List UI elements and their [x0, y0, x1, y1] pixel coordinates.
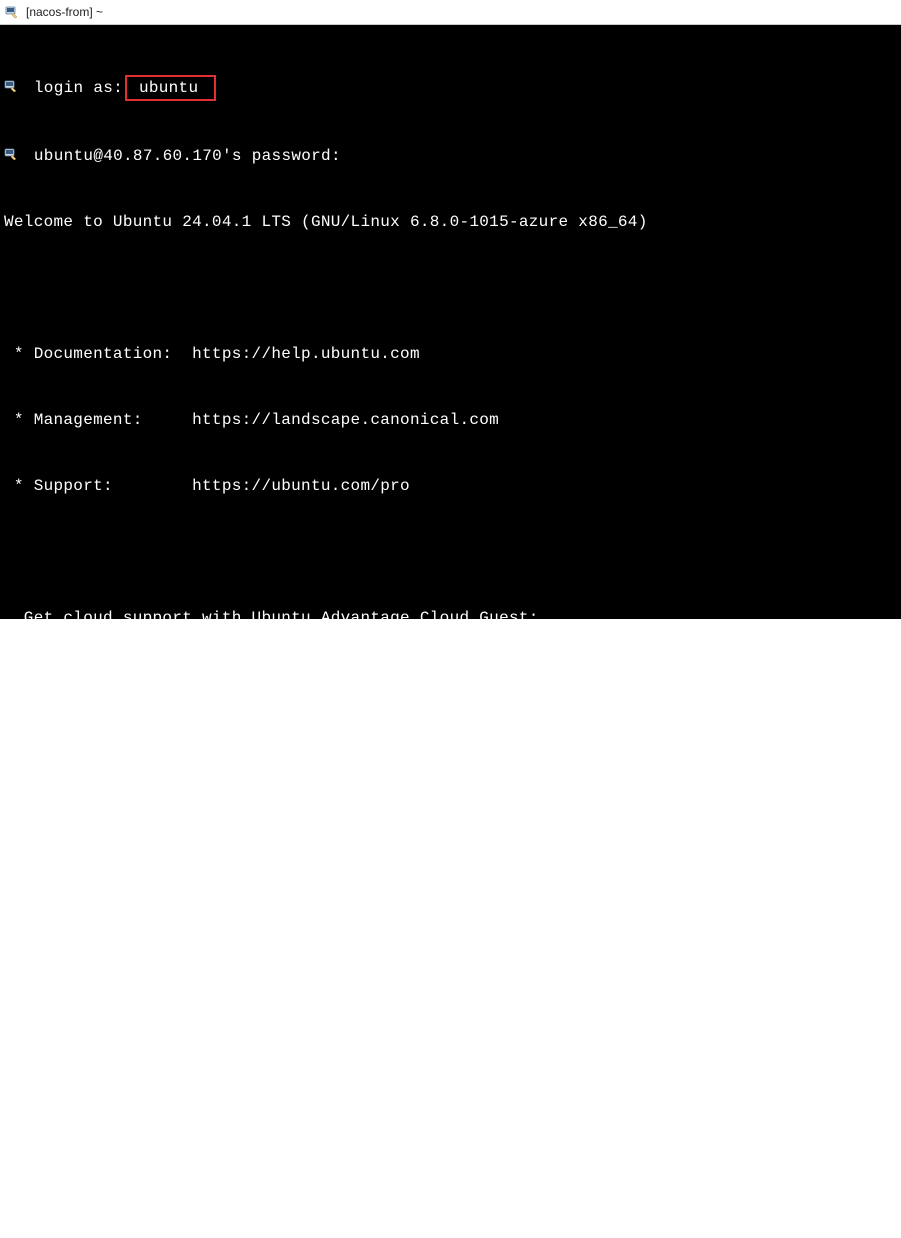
motd-support: * Support: https://ubuntu.com/pro — [4, 475, 897, 497]
login-line: login as: ubuntu — [4, 75, 897, 101]
password-line: ubuntu@40.87.60.170's password: — [4, 145, 897, 167]
putty-line-icon — [4, 79, 20, 93]
window-title: [nacos-from] ~ — [26, 5, 103, 19]
blank-line — [4, 1201, 897, 1223]
login-prompt-text: login as: — [34, 79, 123, 97]
motd-esm-apps-1: 3 additional security updates can be app… — [4, 1069, 897, 1091]
motd-cloud-2: http://www.ubuntu.com/business/services/… — [4, 673, 897, 695]
login-username-highlight: ubuntu — [125, 75, 216, 101]
blank-line — [4, 1003, 897, 1025]
motd-esm: Expanded Security Maintenance for Applic… — [4, 805, 897, 827]
blank-line — [4, 871, 897, 893]
password-prompt-text: ubuntu@40.87.60.170's password: — [34, 147, 341, 165]
motd-cloud-1: Get cloud support with Ubuntu Advantage … — [4, 607, 897, 629]
login-username: ubuntu — [139, 79, 198, 97]
motd-mgmt: * Management: https://landscape.canonica… — [4, 409, 897, 431]
putty-line-icon — [4, 147, 20, 161]
putty-icon — [4, 4, 20, 20]
motd-esm-apps-2: Learn more about enabling ESM Apps servi… — [4, 1135, 897, 1157]
motd-welcome: Welcome to Ubuntu 24.04.1 LTS (GNU/Linux… — [4, 211, 897, 233]
window-titlebar: [nacos-from] ~ — [0, 0, 901, 25]
motd-updates-zero: 0 updates can be applied immediately. — [4, 937, 897, 959]
terminal-viewport[interactable]: login as: ubuntu ubuntu@40.87.60.170's p… — [0, 25, 901, 619]
motd-doc: * Documentation: https://help.ubuntu.com — [4, 343, 897, 365]
blank-line — [4, 277, 897, 299]
blank-line — [4, 739, 897, 761]
blank-line — [4, 541, 897, 563]
